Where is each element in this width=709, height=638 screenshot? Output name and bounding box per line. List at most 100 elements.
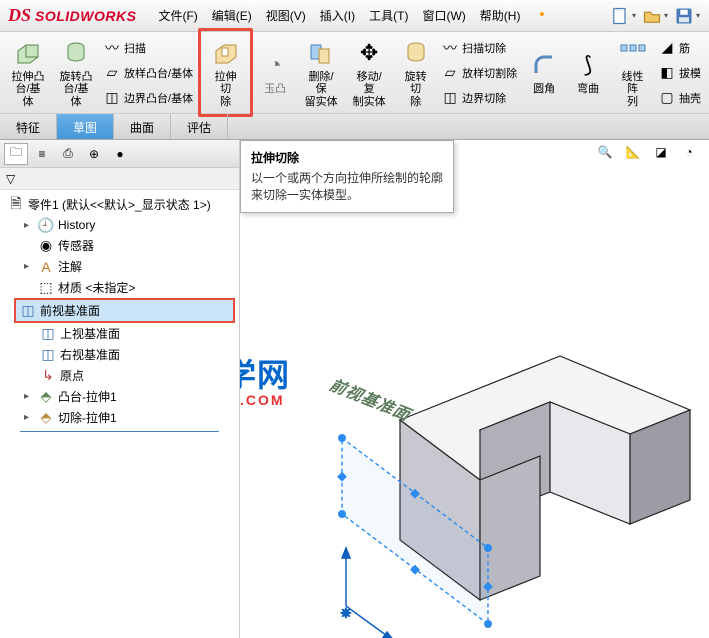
new-icon	[610, 5, 630, 27]
watermark: 软件自学网 WWW.RJZXW.COM	[240, 350, 290, 408]
draft-icon: ◧	[659, 65, 675, 81]
new-button[interactable]: ▾	[609, 4, 637, 28]
titlebar-actions: ▾ ▾ ▾	[609, 4, 701, 28]
tab-sketch[interactable]: 草图	[57, 114, 114, 139]
tree-cut-extrude1[interactable]: ▸⬘切除-拉伸1	[20, 407, 235, 428]
feature-tree: 🗎 零件1 (默认<<默认>_显示状态 1>) ▸🕘History ◉传感器 ▸…	[0, 190, 239, 638]
open-icon	[642, 5, 662, 27]
delete-keep-button[interactable]: 删除/保 留实体	[297, 33, 345, 113]
graphics-viewport[interactable]: 拉伸切除 以一个或两个方向拉伸所绘制的轮廓来切除一实体模型。 🔍 📐 ◪ ◔ 软…	[240, 140, 709, 638]
sweep-cut-icon: 〰	[442, 40, 458, 56]
ribbon-col-modify-extras: ◢筋 ◧拔模 ▢抽壳	[655, 35, 705, 110]
vp-display-button[interactable]: ◔	[677, 140, 701, 164]
menu-insert[interactable]: 插入(I)	[314, 3, 361, 28]
bend-icon: ⟆	[572, 49, 604, 81]
cut-icon: ⬘	[38, 410, 54, 426]
model-3d[interactable]: ✷	[290, 320, 709, 638]
expand-icon[interactable]: ▸	[24, 261, 34, 272]
delete-keep-icon	[305, 37, 337, 69]
ribbon: 拉伸凸 台/基体 旋转凸 台/基体 〰扫描 ▱放样凸台/基体 ◫边界凸台/基体 …	[0, 32, 709, 114]
dropdown-icon: ▾	[632, 11, 636, 20]
ribbon-group-features: 拉伸凸 台/基体 旋转凸 台/基体 〰扫描 ▱放样凸台/基体 ◫边界凸台/基体	[4, 35, 197, 110]
shell-button[interactable]: ▢抽壳	[655, 88, 705, 108]
fillet-icon	[528, 49, 560, 81]
loft-cut-button[interactable]: ▱放样切割除	[438, 63, 521, 83]
boundary-button[interactable]: ◫边界凸台/基体	[100, 88, 197, 108]
fillet-button[interactable]: 圆角	[522, 45, 566, 100]
menu-tools[interactable]: 工具(T)	[363, 3, 414, 28]
menu-help[interactable]: 帮助(H)	[474, 3, 527, 28]
wizard-cut-button[interactable]: ◔ 玉凸	[253, 45, 297, 100]
menu-window[interactable]: 窗口(W)	[416, 3, 471, 28]
ribbon-label: 线性阵 列	[616, 71, 649, 109]
extrude-cut-icon	[210, 37, 242, 69]
section-icon: ◪	[655, 145, 666, 159]
tab-evaluate[interactable]: 评估	[171, 114, 228, 139]
expand-icon[interactable]: ▸	[24, 391, 34, 402]
filter-bar[interactable]: ▽	[0, 168, 239, 190]
config-tab[interactable]: ⎙	[56, 143, 80, 165]
dropdown-icon: ▾	[696, 11, 700, 20]
linear-pattern-button[interactable]: 线性阵 列	[610, 33, 655, 113]
extrude-cut-button[interactable]: 拉伸切 除	[198, 28, 253, 118]
loft-button[interactable]: ▱放样凸台/基体	[100, 63, 197, 83]
extrude-boss-button[interactable]: 拉伸凸 台/基体	[4, 33, 52, 113]
tree-annotations[interactable]: ▸A注解	[20, 256, 235, 277]
vp-measure-button[interactable]: 📐	[621, 140, 645, 164]
appearance-icon: ●	[116, 147, 123, 161]
ribbon-label: 旋转凸 台/基体	[58, 71, 94, 109]
draft-button[interactable]: ◧拔模	[655, 63, 705, 83]
appearance-tab[interactable]: ●	[108, 143, 132, 165]
boundary-cut-button[interactable]: ◫边界切除	[438, 88, 521, 108]
menu-edit[interactable]: 编辑(E)	[206, 3, 258, 28]
revolve-cut-button[interactable]: 旋转切 除	[393, 33, 438, 113]
vp-zoom-button[interactable]: 🔍	[593, 140, 617, 164]
display-tab[interactable]: ⊕	[82, 143, 106, 165]
tree-material[interactable]: ⬚材质 <未指定>	[20, 277, 235, 298]
wizard-icon: ◔	[259, 49, 291, 81]
watermark-cn: 软件自学网	[240, 350, 290, 396]
sweep-button[interactable]: 〰扫描	[100, 38, 197, 58]
revolve-boss-button[interactable]: 旋转凸 台/基体	[52, 33, 100, 113]
expand-icon[interactable]: ▸	[24, 412, 34, 423]
ribbon-col-cut-extras: 〰扫描切除 ▱放样切割除 ◫边界切除	[438, 35, 521, 110]
sweep-cut-button[interactable]: 〰扫描切除	[438, 38, 521, 58]
property-tab[interactable]: ≡	[30, 143, 54, 165]
menu-view[interactable]: 视图(V)	[260, 3, 312, 28]
svg-text:✷: ✷	[340, 605, 352, 621]
tree-boss-extrude1[interactable]: ▸⬘凸台-拉伸1	[20, 386, 235, 407]
tree-front-plane[interactable]: ◫前视基准面	[14, 298, 235, 323]
tab-feature[interactable]: 特征	[0, 114, 57, 139]
menu-search-icon[interactable]: 🔸	[528, 3, 555, 28]
material-icon: ⬚	[38, 280, 54, 296]
menubar: 文件(F) 编辑(E) 视图(V) 插入(I) 工具(T) 窗口(W) 帮助(H…	[152, 3, 555, 28]
rib-button[interactable]: ◢筋	[655, 38, 705, 58]
menu-file[interactable]: 文件(F)	[152, 3, 203, 28]
logo-text: SOLIDWORKS	[35, 8, 136, 24]
ribbon-label: 拉伸切 除	[209, 71, 242, 109]
tree-sensors[interactable]: ◉传感器	[20, 235, 235, 256]
display-icon: ⊕	[89, 147, 99, 161]
tree-label: 零件1 (默认<<默认>_显示状态 1>)	[28, 196, 211, 213]
annotation-icon: A	[38, 259, 54, 275]
app-logo: DS SOLIDWORKS	[8, 5, 136, 26]
open-button[interactable]: ▾	[641, 4, 669, 28]
tree-origin[interactable]: ↳原点	[36, 365, 235, 386]
expand-icon[interactable]: ▸	[24, 220, 34, 231]
zoom-icon: 🔍	[598, 145, 613, 159]
tree-root[interactable]: 🗎 零件1 (默认<<默认>_显示状态 1>)	[4, 194, 235, 215]
ribbon-group-cuts: 拉伸切 除 ◔ 玉凸 删除/保 留实体 ✥ 移动/复 制实体 旋转切 除 〰扫描…	[198, 35, 521, 110]
feature-tree-tab[interactable]: 🗀	[4, 143, 28, 165]
loft-icon: ▱	[104, 65, 120, 81]
revolve-cut-icon	[400, 37, 432, 69]
plane-icon: ◫	[20, 303, 36, 319]
shell-icon: ▢	[659, 90, 675, 106]
save-button[interactable]: ▾	[673, 4, 701, 28]
move-copy-button[interactable]: ✥ 移动/复 制实体	[345, 33, 393, 113]
vp-section-button[interactable]: ◪	[649, 140, 673, 164]
bend-button[interactable]: ⟆ 弯曲	[566, 45, 610, 100]
tree-top-plane[interactable]: ◫上视基准面	[36, 323, 235, 344]
tree-history[interactable]: ▸🕘History	[20, 215, 235, 235]
tree-right-plane[interactable]: ◫右视基准面	[36, 344, 235, 365]
tab-surface[interactable]: 曲面	[114, 114, 171, 139]
